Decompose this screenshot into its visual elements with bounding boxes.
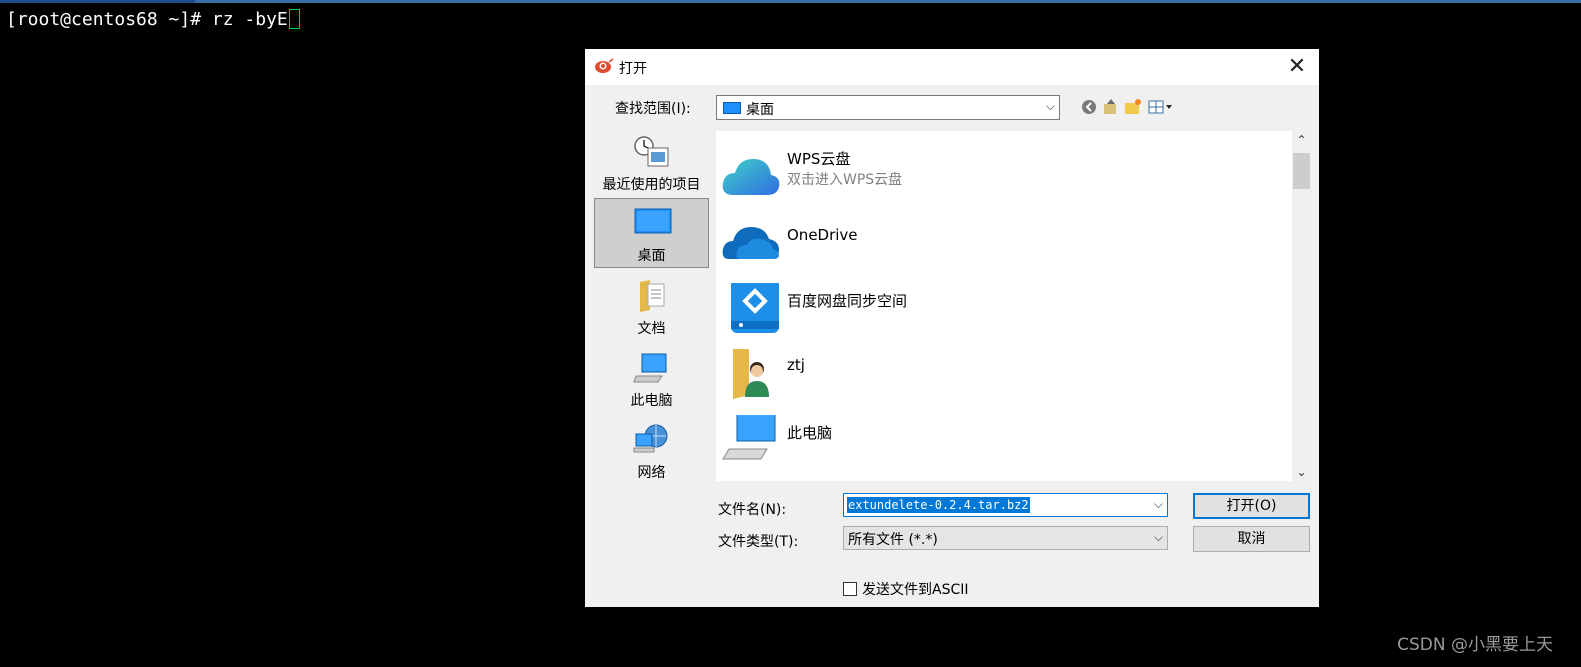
list-item-this-pc[interactable]: 此电脑	[716, 405, 1291, 471]
up-folder-icon[interactable]	[1101, 97, 1121, 117]
dialog-titlebar: 打开 ✕	[585, 49, 1319, 85]
file-name: WPS云盘	[787, 150, 851, 168]
place-label: 最近使用的项目	[602, 177, 701, 193]
dialog-title: 打开	[619, 61, 647, 77]
file-name: 百度网盘同步空间	[787, 292, 908, 310]
places-bar: 最近使用的项目 桌面 文档 此电脑 网络	[593, 126, 711, 572]
file-type-label: 文件类型(T):	[718, 534, 799, 550]
desktop-small-icon	[723, 102, 741, 114]
list-item-onedrive[interactable]: OneDrive	[716, 207, 1291, 273]
chevron-down-icon: ⌵	[1045, 99, 1055, 113]
list-item-partial-folder[interactable]	[716, 471, 1291, 481]
file-name: ztj	[787, 356, 805, 374]
active-tab-indicator	[0, 0, 195, 3]
checkbox-label: 发送文件到ASCII	[862, 582, 969, 598]
close-icon: ✕	[1287, 54, 1307, 79]
place-this-pc[interactable]: 此电脑	[594, 344, 709, 414]
this-pc-icon	[722, 415, 776, 460]
back-icon[interactable]	[1079, 97, 1099, 117]
documents-icon	[640, 280, 665, 312]
place-desktop[interactable]: 桌面	[594, 198, 709, 268]
desktop-icon	[634, 208, 672, 234]
cancel-button[interactable]: 取消	[1193, 526, 1310, 552]
list-item-baidu-netdisk[interactable]: 百度网盘同步空间	[716, 273, 1291, 339]
look-in-dropdown[interactable]: 桌面 ⌵	[716, 95, 1060, 120]
file-subtitle: 双击进入WPS云盘	[787, 172, 903, 188]
network-icon	[633, 424, 668, 453]
app-snail-icon	[595, 58, 614, 73]
place-network[interactable]: 网络	[594, 416, 709, 486]
send-ascii-checkbox[interactable]: 发送文件到ASCII	[843, 579, 969, 599]
file-name-label: 文件名(N):	[718, 502, 787, 518]
open-button[interactable]: 打开(O)	[1193, 493, 1310, 519]
wps-cloud-icon	[722, 159, 780, 195]
file-type-dropdown[interactable]: 所有文件 (*.*) ⌵	[843, 526, 1168, 550]
file-name-field[interactable]: extundelete-0.2.4.tar.bz2 ⌵	[843, 493, 1168, 517]
baidu-netdisk-icon	[731, 283, 779, 333]
place-label: 文档	[637, 321, 666, 337]
recent-items-icon	[634, 136, 669, 167]
close-button[interactable]: ✕	[1285, 55, 1309, 79]
chevron-down-icon[interactable]: ⌵	[1154, 497, 1163, 512]
this-pc-icon	[633, 353, 667, 383]
place-label: 桌面	[637, 248, 666, 264]
vertical-scrollbar[interactable]: ⌃ ⌄	[1292, 131, 1311, 481]
checkbox-box[interactable]	[843, 582, 857, 596]
list-item-wps-cloud[interactable]: WPS云盘 双击进入WPS云盘	[716, 141, 1291, 207]
place-documents[interactable]: 文档	[594, 272, 709, 342]
look-in-value: 桌面	[746, 102, 774, 118]
place-label: 此电脑	[630, 393, 673, 409]
scroll-down-icon[interactable]: ⌄	[1292, 463, 1311, 481]
terminal-output: [root@centos68 ~]# rz -byE	[6, 9, 300, 31]
watermark: CSDN @小黑要上天	[1397, 635, 1553, 655]
scroll-thumb[interactable]	[1293, 153, 1310, 189]
file-name-value: extundelete-0.2.4.tar.bz2	[847, 497, 1030, 513]
place-recent-items[interactable]: 最近使用的项目	[594, 128, 709, 198]
user-folder-icon	[733, 349, 769, 399]
window-top-border	[0, 0, 1581, 3]
file-name: 此电脑	[787, 424, 833, 442]
file-name: OneDrive	[787, 226, 858, 244]
list-item-user-folder[interactable]: ztj	[716, 339, 1291, 405]
scroll-up-icon[interactable]: ⌃	[1292, 131, 1311, 149]
onedrive-icon	[722, 227, 779, 259]
file-list: WPS云盘 双击进入WPS云盘 OneDrive 百度网盘同步空间 ztj 此电…	[716, 131, 1311, 481]
terminal-cursor	[288, 9, 300, 29]
chevron-down-icon: ⌵	[1153, 530, 1163, 544]
file-type-value: 所有文件 (*.*)	[848, 532, 938, 548]
place-label: 网络	[637, 465, 666, 481]
view-menu-icon[interactable]	[1147, 97, 1175, 117]
terminal-prompt-text: [root@centos68 ~]# rz -byE	[6, 9, 288, 30]
look-in-label: 查找范围(I):	[615, 101, 691, 117]
open-file-dialog: 打开 ✕ 查找范围(I): 桌面 ⌵ 最近使用的项目 桌面 文档 此电脑 网络 …	[585, 49, 1319, 607]
new-folder-icon[interactable]	[1123, 97, 1143, 117]
